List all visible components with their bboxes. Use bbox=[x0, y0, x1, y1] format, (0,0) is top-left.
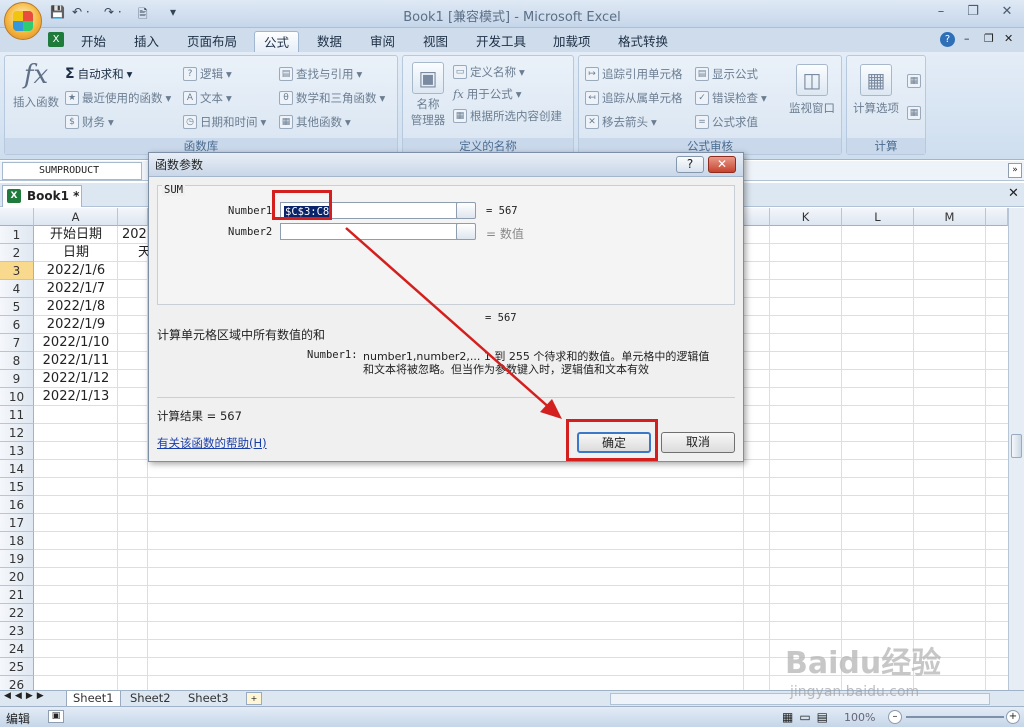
watermark-logo: Baidu经验 bbox=[785, 646, 942, 681]
watermark-url: jingyan.baidu.com bbox=[790, 684, 920, 700]
excel-window: 💾 ↶ · ↷ · 🖹 ▾ Book1 [兼容模式] - Microsoft E… bbox=[0, 0, 1024, 727]
annotation-arrow bbox=[345, 227, 562, 419]
